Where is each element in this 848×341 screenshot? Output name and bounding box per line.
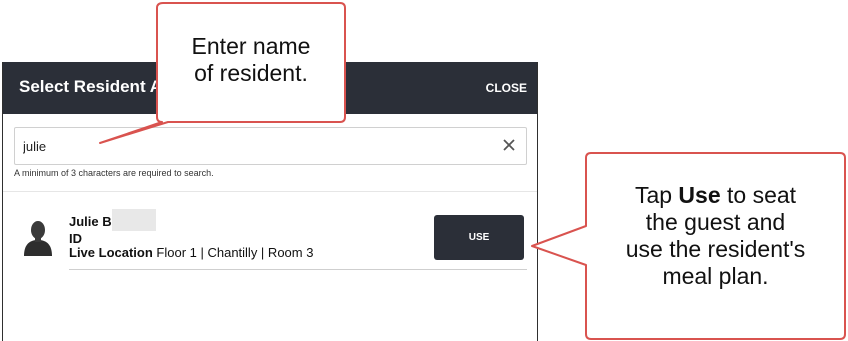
callout-line: of resident. (194, 60, 308, 86)
callout-line: the guest and (645, 209, 786, 235)
callout-line: meal plan. (662, 263, 769, 289)
enter-name-callout-text: Enter name of resident. (160, 33, 342, 87)
callout-line: Enter name (191, 33, 311, 59)
callout-line: Tap Use to seat (634, 182, 797, 208)
use-callout-text: Tap Use to seat the guest and use the re… (589, 182, 842, 290)
callout-line: use the resident's (625, 236, 806, 262)
